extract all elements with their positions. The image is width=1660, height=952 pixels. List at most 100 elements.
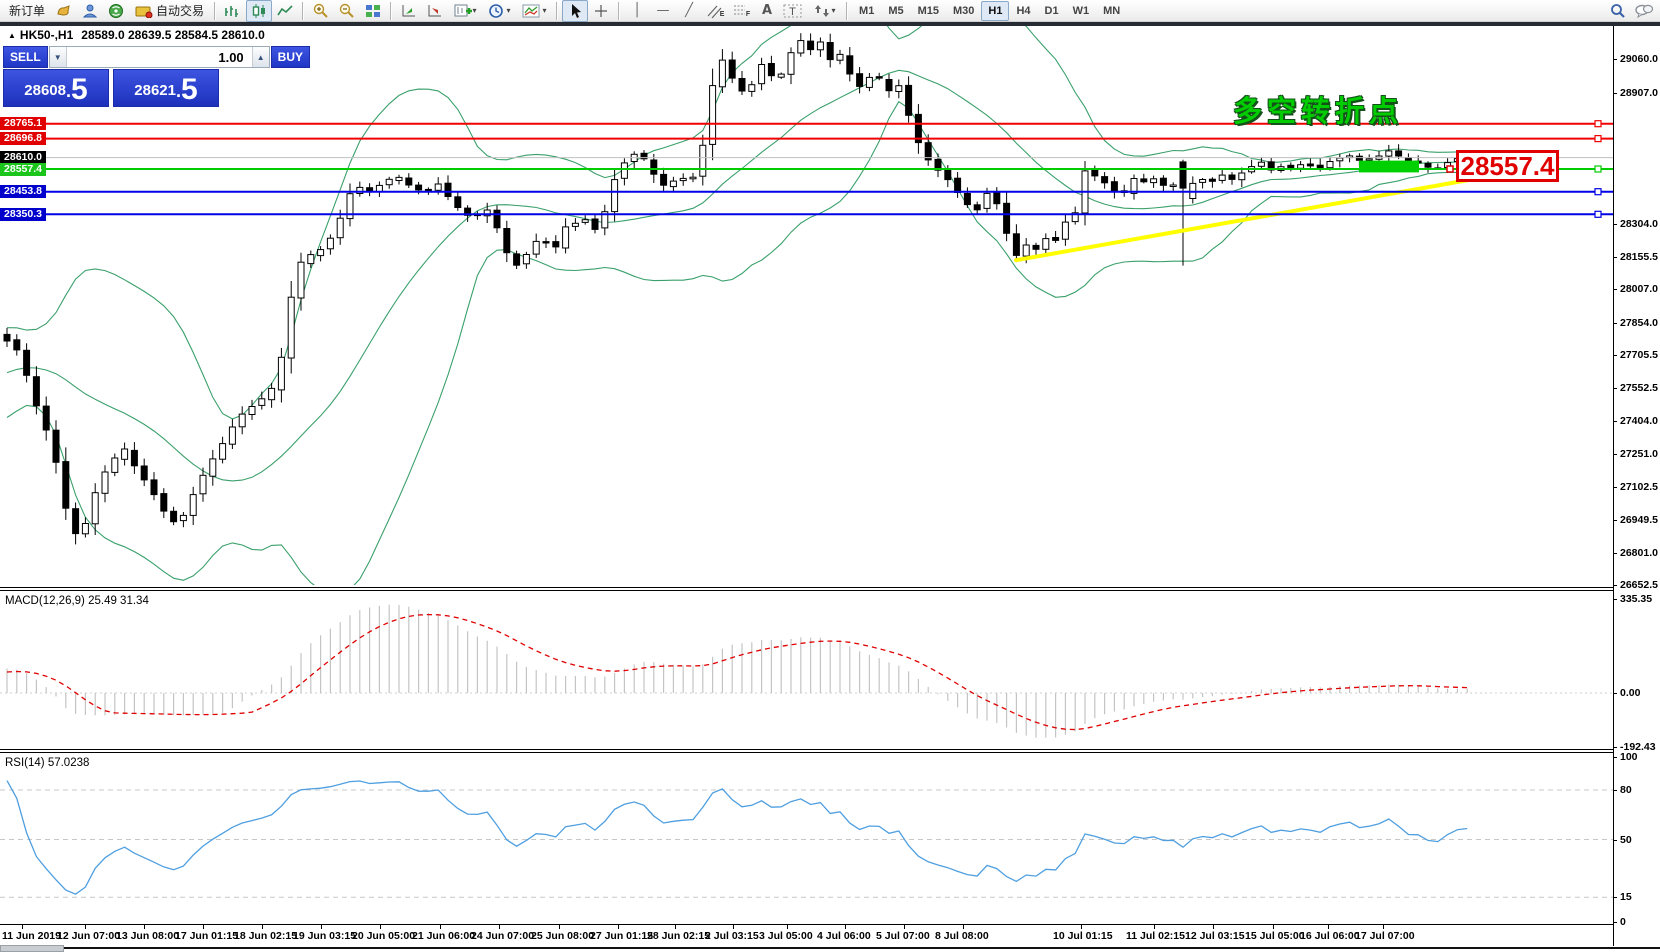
macd-pane xyxy=(0,604,1613,738)
line-handle[interactable] xyxy=(1594,210,1602,218)
line-handle[interactable] xyxy=(1594,188,1602,196)
buy-price-main: 28621 xyxy=(134,82,176,99)
zoom-out-icon[interactable] xyxy=(334,0,360,22)
timeframe-m5[interactable]: M5 xyxy=(881,1,910,21)
line-chart-icon[interactable] xyxy=(272,0,298,22)
timeframe-h4[interactable]: H4 xyxy=(1009,1,1037,21)
toolbar-separator xyxy=(390,1,393,20)
candle xyxy=(1336,157,1344,162)
sell-button[interactable]: SELL xyxy=(3,46,48,68)
candle xyxy=(1395,150,1403,157)
candle xyxy=(1316,164,1324,169)
candle xyxy=(885,79,893,92)
equidistant-channel-icon[interactable]: E xyxy=(702,0,728,22)
profile-down-icon[interactable] xyxy=(422,0,448,22)
horizontal-line-icon[interactable]: — xyxy=(650,0,676,22)
horizontal-scrollbar-thumb[interactable] xyxy=(0,945,64,952)
candle xyxy=(709,85,717,145)
candle xyxy=(718,59,726,88)
tile-windows-icon[interactable] xyxy=(360,0,386,22)
timeframe-h1[interactable]: H1 xyxy=(981,0,1010,21)
candle xyxy=(268,387,276,401)
timeframe-w1[interactable]: W1 xyxy=(1066,1,1097,21)
candle xyxy=(738,78,746,92)
signals-icon[interactable] xyxy=(103,0,129,22)
arrows-icon[interactable]: ▾ xyxy=(806,0,842,22)
candle xyxy=(277,356,285,391)
buy-price-button[interactable]: 28621. 5 xyxy=(113,69,219,107)
fibonacci-icon[interactable]: F xyxy=(728,0,754,22)
chart-canvas xyxy=(0,26,1614,946)
timeframe-d1[interactable]: D1 xyxy=(1038,1,1066,21)
candle xyxy=(121,448,129,460)
candle xyxy=(865,76,873,88)
rsi-indicator-label: RSI(14) 57.0238 xyxy=(5,757,90,769)
candle xyxy=(954,177,962,193)
price-callout-label[interactable]: 28557.4 xyxy=(1456,150,1559,182)
candle xyxy=(836,53,844,61)
candle xyxy=(846,55,854,75)
volume-increase-button[interactable]: ▲ xyxy=(251,47,269,67)
candle xyxy=(493,209,501,229)
text-label-icon[interactable]: T xyxy=(780,0,806,22)
line-handle[interactable] xyxy=(1594,135,1602,143)
candle-chart-icon[interactable] xyxy=(246,0,273,22)
candle xyxy=(973,204,981,211)
candle xyxy=(522,254,530,265)
candle xyxy=(611,179,619,213)
profile-up-icon[interactable] xyxy=(396,0,422,22)
profile-icon[interactable] xyxy=(77,0,103,22)
candle xyxy=(1003,202,1011,234)
timeframe-mn[interactable]: MN xyxy=(1096,1,1127,21)
timeframe-m30[interactable]: M30 xyxy=(946,1,981,21)
timeframe-clock-icon[interactable]: ▾ xyxy=(482,0,516,22)
candle xyxy=(542,241,550,244)
highlight-segment[interactable] xyxy=(1359,160,1419,173)
bar-chart-icon[interactable] xyxy=(220,0,246,22)
volume-input[interactable] xyxy=(66,47,252,67)
candle xyxy=(424,188,432,192)
collapse-arrow-icon[interactable]: ▲ xyxy=(8,31,16,40)
chat-icon[interactable] xyxy=(1631,0,1657,22)
candle xyxy=(23,349,31,376)
trendline-icon[interactable]: ╱ xyxy=(676,0,702,22)
metaeditor-icon[interactable] xyxy=(51,0,77,22)
vertical-line-icon[interactable]: │ xyxy=(624,0,650,22)
volume-decrease-button[interactable]: ▼ xyxy=(49,47,67,67)
cursor-icon[interactable] xyxy=(562,0,589,22)
autotrading-button[interactable]: 自动交易 xyxy=(129,1,210,21)
new-chart-icon[interactable]: ▾ xyxy=(448,0,482,22)
sell-price-button[interactable]: 28608. 5 xyxy=(3,69,109,107)
candle xyxy=(1297,164,1305,169)
line-handle[interactable] xyxy=(1594,120,1602,128)
candle xyxy=(513,253,521,266)
bollinger-middle-band xyxy=(6,69,1468,482)
candle xyxy=(552,241,560,248)
candle xyxy=(1052,237,1060,241)
line-handle[interactable] xyxy=(1594,165,1602,173)
candle xyxy=(1140,178,1148,183)
candle xyxy=(219,443,227,460)
candle xyxy=(1326,161,1334,169)
new-order-button[interactable]: 新订单 xyxy=(3,1,51,21)
candle xyxy=(170,510,178,523)
candle xyxy=(228,426,236,445)
candle xyxy=(699,144,707,177)
candle xyxy=(816,41,824,51)
timeframe-m1[interactable]: M1 xyxy=(852,1,881,21)
candle xyxy=(189,494,197,516)
candle xyxy=(258,398,266,406)
symbol-name: HK50-,H1 xyxy=(19,28,74,42)
timeframe-m15[interactable]: M15 xyxy=(911,1,946,21)
callout-anchor-handle[interactable] xyxy=(1446,165,1454,173)
sell-price-fraction: 5 xyxy=(71,73,88,106)
zoom-in-icon[interactable] xyxy=(308,0,334,22)
text-icon[interactable]: A xyxy=(754,0,780,22)
indicators-icon[interactable]: ▾ xyxy=(516,0,552,22)
search-icon[interactable] xyxy=(1605,0,1631,22)
crosshair-icon[interactable] xyxy=(588,0,614,22)
candle xyxy=(787,52,795,75)
candle xyxy=(562,226,570,249)
turning-point-annotation[interactable]: 多空转折点 xyxy=(1233,88,1403,130)
buy-button[interactable]: BUY xyxy=(270,46,311,68)
